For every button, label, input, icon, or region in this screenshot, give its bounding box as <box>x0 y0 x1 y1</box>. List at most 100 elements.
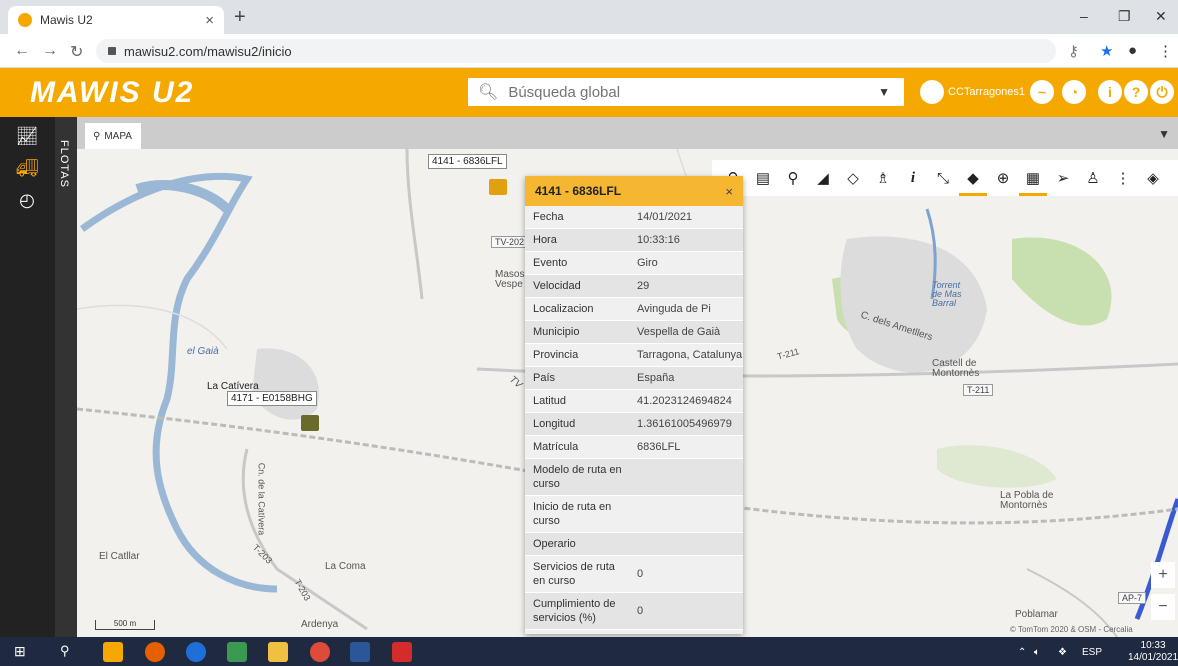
new-tab-button[interactable]: + <box>234 6 246 29</box>
url-text: mawisu2.com/mawisu2/inicio <box>124 43 292 59</box>
tab-mapa[interactable]: ⚲ MAPA <box>85 123 141 149</box>
mawis-taskbar-icon[interactable] <box>103 642 123 662</box>
bus-icon[interactable]: ▤ <box>752 167 774 189</box>
popup-row: Operario <box>525 533 743 556</box>
windows-start-icon[interactable]: ⊞ <box>14 643 26 660</box>
file-explorer-icon[interactable] <box>268 642 288 662</box>
stack-icon[interactable]: ◈ <box>1142 167 1164 189</box>
people-icon[interactable]: ♗ <box>872 167 894 189</box>
popup-row-key: Municipio <box>533 326 580 338</box>
eraser-icon[interactable]: ◆ <box>959 167 987 196</box>
popup-row-key: Servicios de ruta en curso <box>533 561 615 587</box>
profile-icon[interactable]: ● <box>1128 42 1137 59</box>
tag-icon[interactable]: ◇ <box>842 167 864 189</box>
info-icon[interactable]: i <box>902 167 924 189</box>
url-field[interactable]: mawisu2.com/mawisu2/inicio <box>96 39 1056 63</box>
minimize-button[interactable]: – <box>1080 8 1088 24</box>
cursor-icon[interactable]: ➢ <box>1052 167 1074 189</box>
edge-icon[interactable] <box>186 642 206 662</box>
target-icon[interactable]: ⊕ <box>992 167 1014 189</box>
help-icon[interactable]: ? <box>1124 80 1148 104</box>
search-icon: 🔍︎ <box>478 84 499 101</box>
vehicle-label-4171[interactable]: 4171 - E0158BHG <box>227 391 317 406</box>
popup-row: Cumplimiento de servicios (%) 0 <box>525 593 743 630</box>
clock[interactable]: 10:33 14/01/2021 <box>1128 640 1178 664</box>
river <box>135 180 231 213</box>
popup-row: Provincia Tarragona, Catalunya <box>525 344 743 367</box>
forward-icon[interactable]: → <box>42 42 58 60</box>
popup-row-value: Vespella de Gaià <box>637 326 721 338</box>
global-search[interactable]: 🔍︎ ▼ <box>468 78 904 106</box>
popup-row-key: Evento <box>533 257 568 269</box>
browser-menu-icon[interactable]: ⋮ <box>1158 42 1173 60</box>
global-search-input[interactable] <box>508 83 879 101</box>
label-poblamar: Poblamar <box>1015 609 1058 620</box>
popup-row-value: 0 <box>637 568 644 580</box>
info-icon[interactable]: i <box>1098 80 1122 104</box>
minor-road <box>77 304 228 350</box>
person-icon[interactable]: ♙ <box>1082 167 1104 189</box>
popup-row-key: Localizacion <box>533 303 594 315</box>
road-badge-tv202: TV-202 <box>491 236 529 248</box>
vehicle-4171-icon[interactable] <box>301 415 319 431</box>
user-avatar-icon[interactable] <box>920 80 944 104</box>
acrobat-icon[interactable] <box>392 642 412 662</box>
search-icon[interactable]: ⚲ <box>60 643 70 659</box>
expand-icon[interactable]: ⤡ <box>932 167 954 189</box>
power-icon[interactable]: ⏻ <box>1150 80 1174 104</box>
gauge-icon[interactable]: ◔ <box>1062 80 1086 104</box>
left-sidebar: 📈︎ 🚚︎ ◴ <box>0 117 55 637</box>
reload-icon[interactable]: ↻ <box>70 42 83 62</box>
pin-icon[interactable]: ⚲ <box>782 167 804 189</box>
popup-row: Velocidad 29 <box>525 275 743 298</box>
popup-row-value: 6836LFL <box>637 441 681 453</box>
popup-row-value: 10:33:16 <box>637 234 680 246</box>
label-el-catllar: El Catllar <box>99 551 140 562</box>
dropbox-icon[interactable]: ❖ <box>1058 647 1067 658</box>
popup-row-value: 1.36161005496979 <box>637 418 732 430</box>
maximize-button[interactable]: ❐ <box>1118 8 1131 25</box>
truck-icon[interactable]: 🚚︎ <box>14 155 40 181</box>
road-badge-t211: T-211 <box>963 384 994 396</box>
volume-icon[interactable]: 🔈︎ <box>1034 647 1040 658</box>
chart-icon[interactable]: 📈︎ <box>14 123 40 149</box>
activity-icon[interactable]: ~ <box>1030 80 1054 104</box>
popup-row-key: Longitud <box>533 418 576 430</box>
popup-row: Modelo de ruta en curso <box>525 459 743 496</box>
popup-row: Inicio de ruta en curso <box>525 496 743 533</box>
popup-row: Cumplimiento de recorrido (%) <box>525 630 743 634</box>
popup-row: Evento Giro <box>525 252 743 275</box>
tray-arrow-icon[interactable]: ⌃ <box>1018 647 1026 658</box>
popup-row-value: Avinguda de Pi <box>637 303 711 315</box>
traffic-icon[interactable]: ⋮ <box>1112 167 1134 189</box>
language-indicator[interactable]: ESP <box>1082 647 1102 658</box>
close-window-button[interactable]: ✕ <box>1155 8 1167 25</box>
word-icon[interactable] <box>350 642 370 662</box>
app-icon[interactable] <box>227 642 247 662</box>
vehicle-label-4141[interactable]: 4141 - 6836LFL <box>428 154 507 169</box>
close-tab-icon[interactable]: × <box>205 12 214 29</box>
flotas-panel-toggle[interactable] <box>55 117 77 637</box>
user-name[interactable]: CCTarragones1 <box>948 86 1025 98</box>
popup-row-value <box>637 533 743 555</box>
vehicle-4141-icon[interactable] <box>489 179 507 195</box>
vehicle-info-popup: 4141 - 6836LFL × Fecha 14/01/2021 Hora 10:3… <box>525 176 743 634</box>
flotas-label[interactable]: FLOTAS <box>58 140 70 188</box>
zoom-out-button[interactable]: − <box>1151 594 1175 620</box>
browser-tab[interactable]: Mawis U2 × <box>8 6 224 34</box>
key-icon[interactable]: ⚷ <box>1068 42 1079 60</box>
popup-row: Longitud 1.36161005496979 <box>525 413 743 436</box>
search-dropdown-icon[interactable]: ▼ <box>878 85 890 99</box>
browser-tabbar: Mawis U2 × + – ❐ ✕ <box>0 0 1178 34</box>
close-popup-icon[interactable]: × <box>725 184 733 199</box>
tabs-dropdown-icon[interactable]: ▼ <box>1158 127 1170 141</box>
back-icon[interactable]: ← <box>14 42 30 60</box>
chrome-icon[interactable] <box>310 642 330 662</box>
popup-row-value: Tarragona, Catalunya <box>637 349 743 361</box>
bookmark-star-icon[interactable]: ★ <box>1100 42 1113 60</box>
zoom-in-button[interactable]: + <box>1151 562 1175 588</box>
layers-icon[interactable]: ▦ <box>1019 167 1047 196</box>
firefox-icon[interactable] <box>145 642 165 662</box>
ruler-icon[interactable]: ◢ <box>812 167 834 189</box>
speedometer-icon[interactable]: ◴ <box>14 187 40 213</box>
